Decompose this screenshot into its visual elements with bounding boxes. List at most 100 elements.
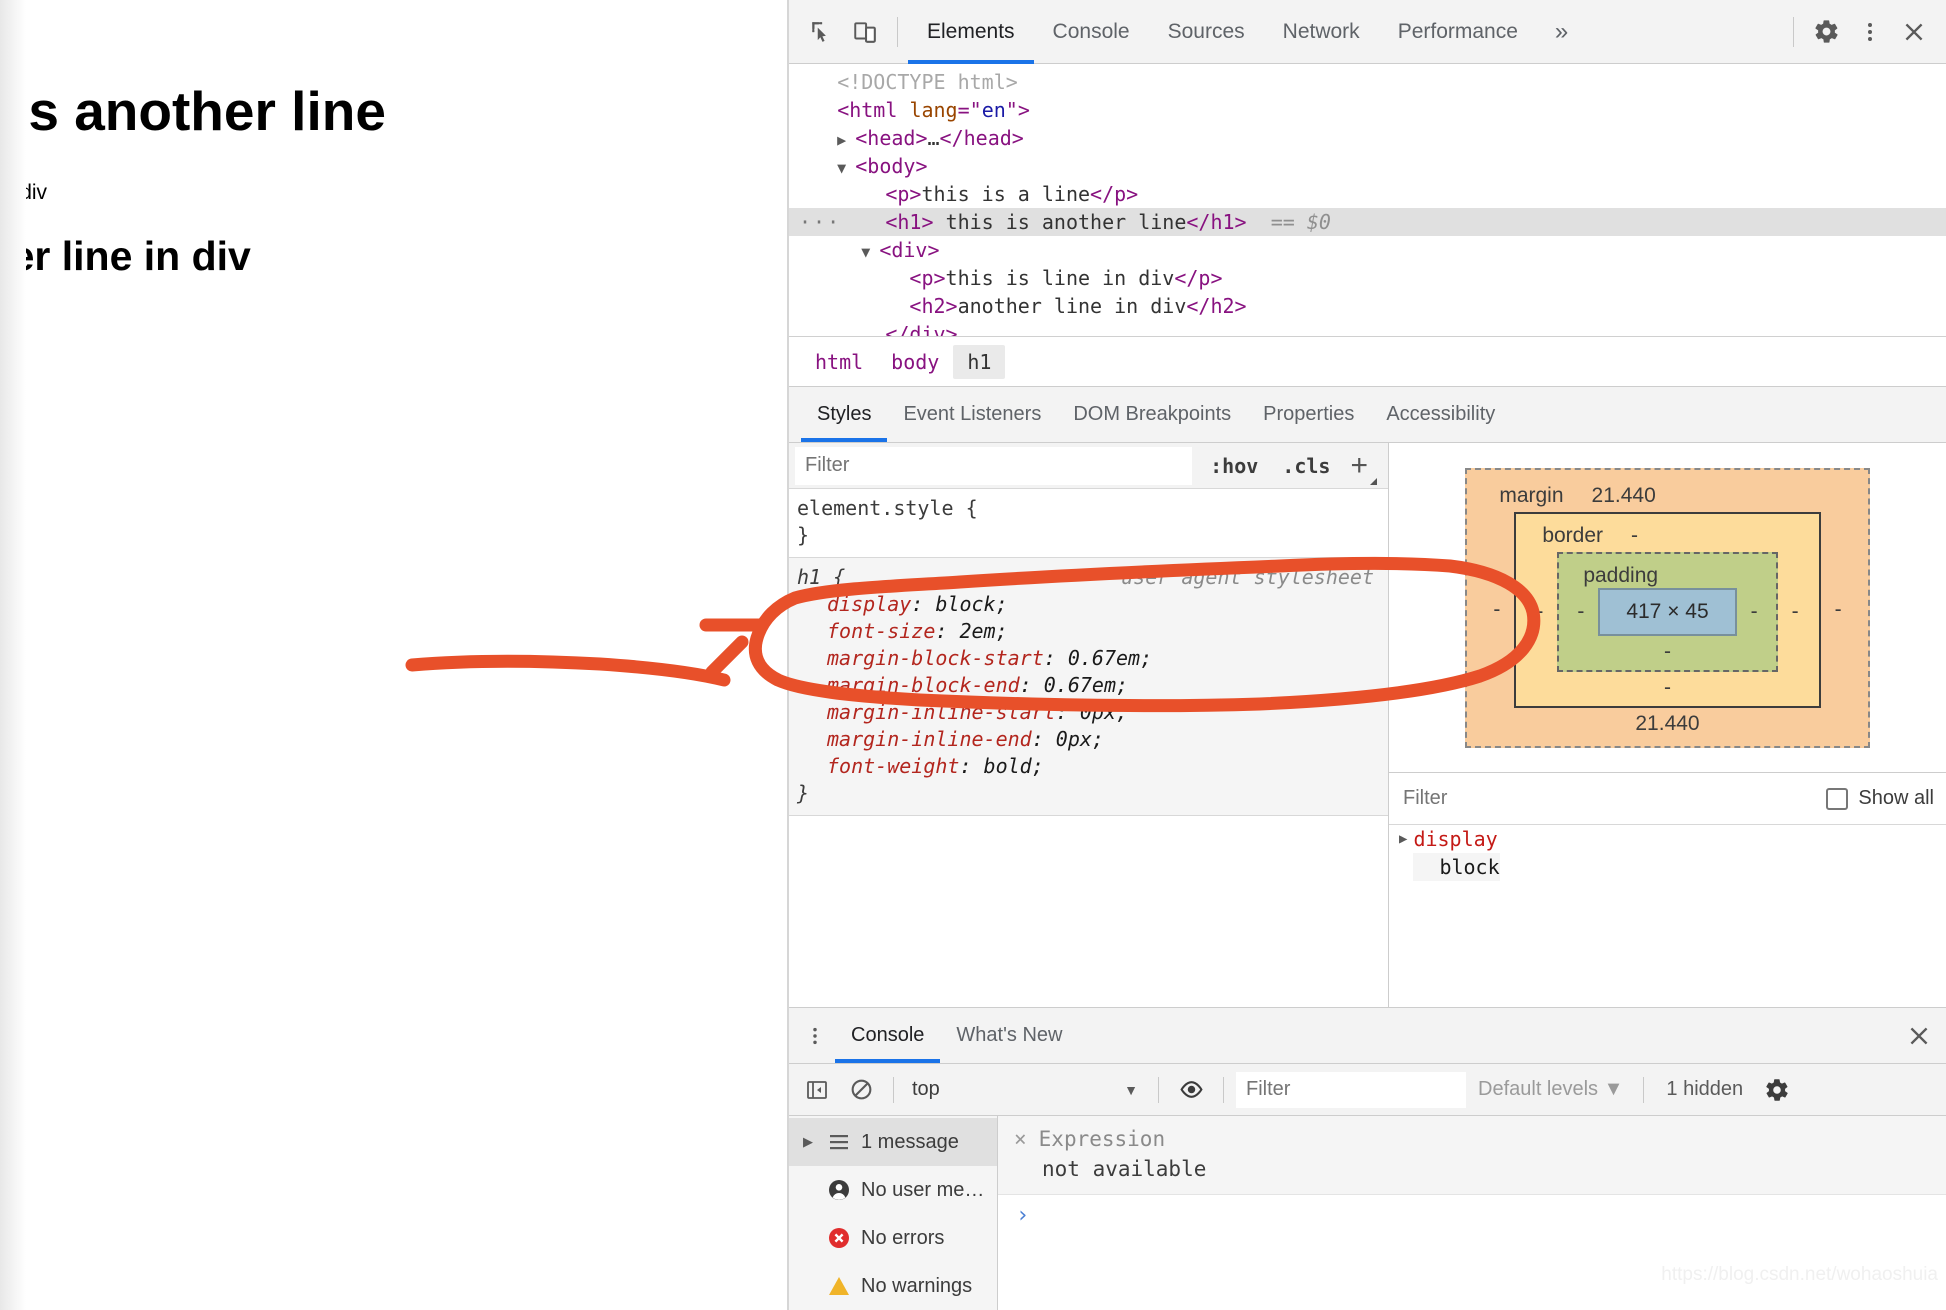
console-filter-input[interactable] — [1236, 1071, 1466, 1108]
box-model-padding-left[interactable]: - — [1577, 600, 1584, 624]
console-messages[interactable]: × Expression not available › — [998, 1116, 1946, 1310]
css-rule-origin[interactable]: user agent stylesheet — [1121, 564, 1374, 591]
dom-node[interactable]: ▶ <head>…</head> — [789, 124, 1946, 152]
css-declaration[interactable]: margin-block-start: 0.67em; — [797, 645, 1388, 672]
css-property-value[interactable]: : bold; — [959, 754, 1043, 778]
dom-node[interactable]: ▼ <body> — [789, 152, 1946, 180]
close-icon[interactable]: × — [1014, 1127, 1039, 1151]
console-prompt[interactable]: › — [998, 1195, 1946, 1228]
hov-button[interactable]: :hov — [1198, 451, 1270, 481]
css-declaration[interactable]: margin-inline-start: 0px; — [797, 699, 1388, 726]
css-property-name[interactable]: margin-block-end — [827, 673, 1020, 697]
tab-elements[interactable]: Elements — [908, 0, 1034, 64]
css-declaration[interactable]: margin-block-end: 0.67em; — [797, 672, 1388, 699]
box-model-border-bottom[interactable]: - — [1536, 672, 1798, 700]
collapsed-triangle-icon[interactable]: ▶ — [837, 131, 855, 149]
console-sidebar-item[interactable]: No user me… — [789, 1166, 997, 1214]
dom-node[interactable]: <html lang="en"> — [789, 96, 1946, 124]
dom-node[interactable]: <p>this is a line</p> — [789, 180, 1946, 208]
close-icon[interactable] — [1892, 10, 1936, 54]
gear-icon[interactable] — [1804, 10, 1848, 54]
box-model-border-left[interactable]: - — [1536, 600, 1543, 624]
breadcrumb-item-html[interactable]: html — [801, 345, 877, 379]
css-property-name[interactable]: margin-block-start — [827, 646, 1044, 670]
console-sidebar-item[interactable]: No warnings — [789, 1262, 997, 1310]
box-model-padding-bottom[interactable]: - — [1577, 636, 1757, 664]
box-model-margin-top[interactable]: 21.440 — [1586, 484, 1656, 508]
live-expression-icon[interactable] — [1171, 1070, 1211, 1110]
console-sidebar-item[interactable]: ▶ 1 message — [789, 1118, 997, 1166]
tab-event-listeners[interactable]: Event Listeners — [887, 387, 1057, 442]
computed-property-name[interactable]: display — [1413, 827, 1497, 851]
breadcrumb-item-h1[interactable]: h1 — [953, 344, 1006, 379]
tab-dom-breakpoints[interactable]: DOM Breakpoints — [1057, 387, 1247, 442]
new-style-rule-button[interactable]: + — [1342, 450, 1382, 485]
cls-button[interactable]: .cls — [1270, 451, 1342, 481]
console-levels-dropdown[interactable]: Default levels ▼ — [1470, 1078, 1631, 1101]
dom-tree[interactable]: <!DOCTYPE html> <html lang="en"> ▶ <head… — [789, 64, 1946, 337]
tab-console[interactable]: Console — [1034, 0, 1149, 64]
computed-filter-input[interactable] — [1401, 786, 1827, 811]
console-sidebar-item[interactable]: No errors — [789, 1214, 997, 1262]
computed-property-value[interactable]: block — [1413, 853, 1500, 881]
box-model-border[interactable]: border - - padding - 417 × 45 - - - - — [1514, 511, 1821, 708]
box-model-padding-right[interactable]: - — [1751, 600, 1758, 624]
css-property-value[interactable]: : 0px; — [1056, 700, 1128, 724]
box-model-border-right[interactable]: - — [1792, 600, 1799, 624]
css-property-name[interactable]: font-weight — [827, 754, 959, 778]
css-property-value[interactable]: : 0.67em; — [1020, 673, 1128, 697]
expanded-triangle-icon[interactable]: ▼ — [861, 243, 879, 261]
css-property-name[interactable]: display — [827, 592, 911, 616]
dom-node[interactable]: <h2>another line in div</h2> — [789, 292, 1946, 320]
css-declaration[interactable]: font-size: 2em; — [797, 618, 1388, 645]
console-sidebar[interactable]: ▶ 1 message No user me… No errors No warning… — [789, 1116, 998, 1310]
tab-properties[interactable]: Properties — [1247, 387, 1370, 442]
collapsed-triangle-icon[interactable]: ▶ — [803, 1134, 817, 1150]
box-model-border-top[interactable]: - — [1625, 524, 1638, 548]
css-declaration[interactable]: margin-inline-end: 0px; — [797, 726, 1388, 753]
tab-accessibility[interactable]: Accessibility — [1370, 387, 1511, 442]
clear-console-icon[interactable] — [841, 1070, 881, 1110]
css-property-name[interactable]: margin-inline-start — [827, 700, 1056, 724]
drawer-close-icon[interactable] — [1892, 1008, 1946, 1063]
live-expression-message[interactable]: × Expression not available — [998, 1116, 1946, 1195]
box-model-padding[interactable]: padding - 417 × 45 - - — [1557, 551, 1778, 672]
css-property-value[interactable]: : 0.67em; — [1044, 646, 1152, 670]
computed-property-row[interactable]: ▶ display block — [1389, 825, 1946, 881]
console-settings-gear-icon[interactable] — [1757, 1070, 1797, 1110]
show-all-checkbox-row[interactable]: Show all — [1826, 787, 1934, 810]
styles-filter-input[interactable] — [795, 446, 1193, 485]
css-declaration[interactable]: font-weight: bold; — [797, 753, 1388, 780]
css-property-name[interactable]: margin-inline-end — [827, 727, 1032, 751]
css-declaration[interactable]: display: block; — [797, 591, 1388, 618]
show-all-checkbox[interactable] — [1826, 787, 1849, 810]
collapsed-triangle-icon[interactable]: ▶ — [1399, 825, 1413, 853]
console-hidden-count[interactable]: 1 hidden — [1656, 1078, 1753, 1101]
dom-node-selected[interactable]: ··· <h1> this is another line</h1> == $0 — [789, 208, 1946, 236]
tab-sources[interactable]: Sources — [1149, 0, 1264, 64]
breadcrumb-item-body[interactable]: body — [877, 345, 953, 379]
css-property-name[interactable]: font-size — [827, 619, 935, 643]
tab-performance[interactable]: Performance — [1379, 0, 1537, 64]
tab-network[interactable]: Network — [1264, 0, 1379, 64]
css-rule[interactable]: h1 {user agent stylesheet display: block;… — [789, 558, 1388, 816]
dom-node[interactable]: </div> — [789, 320, 1946, 336]
dom-node[interactable]: ▼ <div> — [789, 236, 1946, 264]
box-model-margin-left[interactable]: - — [1493, 598, 1500, 622]
console-sidebar-icon[interactable] — [797, 1070, 837, 1110]
expanded-triangle-icon[interactable]: ▼ — [837, 159, 855, 177]
dom-node[interactable]: <!DOCTYPE html> — [789, 68, 1946, 96]
computed-properties-list[interactable]: ▶ display block — [1389, 825, 1946, 1007]
css-rule[interactable]: element.style {} — [789, 489, 1388, 558]
drawer-tab-whats-new[interactable]: What's New — [940, 1008, 1078, 1063]
console-context-selector[interactable]: top ▼ — [906, 1078, 1146, 1101]
more-vertical-icon[interactable] — [1848, 10, 1892, 54]
drawer-more-vertical-icon[interactable] — [795, 1008, 835, 1063]
css-rule-selector[interactable]: element.style { — [797, 495, 1388, 522]
css-property-value[interactable]: : 0px; — [1032, 727, 1104, 751]
box-model-margin-right[interactable]: - — [1835, 598, 1842, 622]
node-menu-icon[interactable]: ··· — [799, 208, 841, 236]
css-rules-list[interactable]: element.style {} h1 {user agent styleshee… — [789, 489, 1388, 1007]
box-model-margin[interactable]: margin 21.440 - border - - padding - 417… — [1465, 467, 1870, 748]
device-toolbar-icon[interactable] — [843, 10, 887, 54]
